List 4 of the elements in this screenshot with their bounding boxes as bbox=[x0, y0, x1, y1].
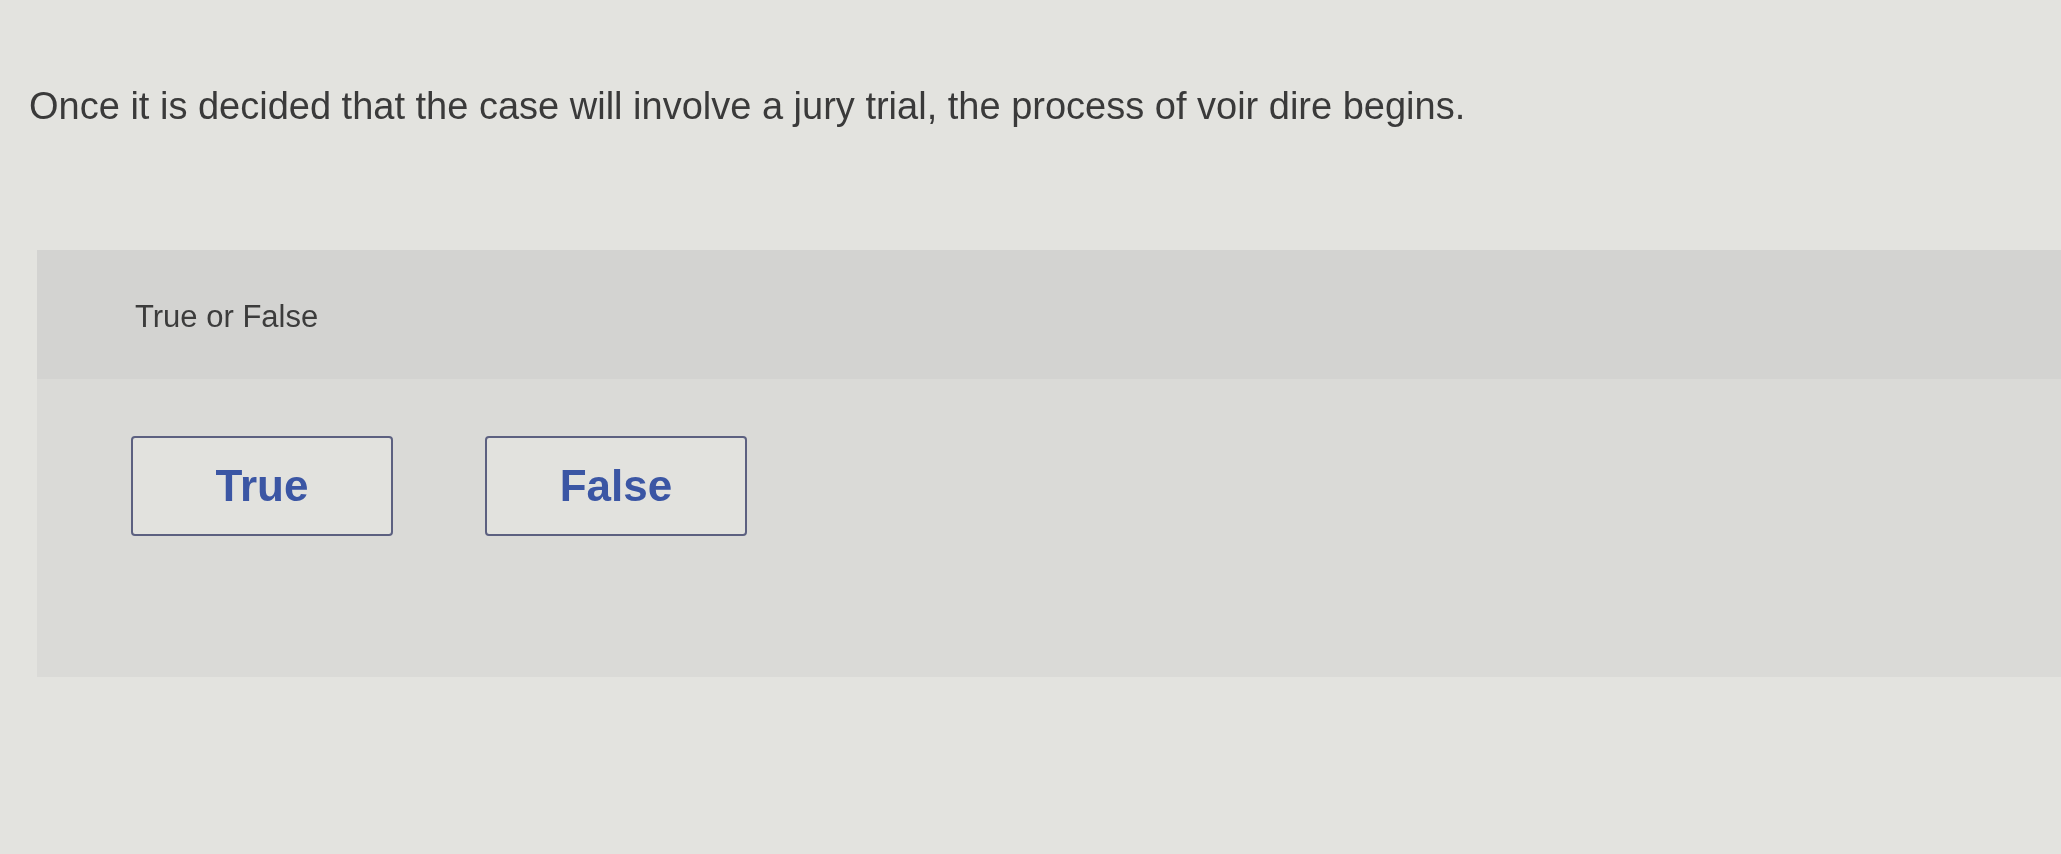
prompt-text: True or False bbox=[135, 297, 319, 335]
answer-option[interactable]: False bbox=[485, 436, 747, 536]
question-text: Once it is decided that the case will involve a jury trial, the process of voir dire begins. bbox=[29, 84, 1466, 128]
answer-option[interactable]: True bbox=[131, 436, 393, 536]
